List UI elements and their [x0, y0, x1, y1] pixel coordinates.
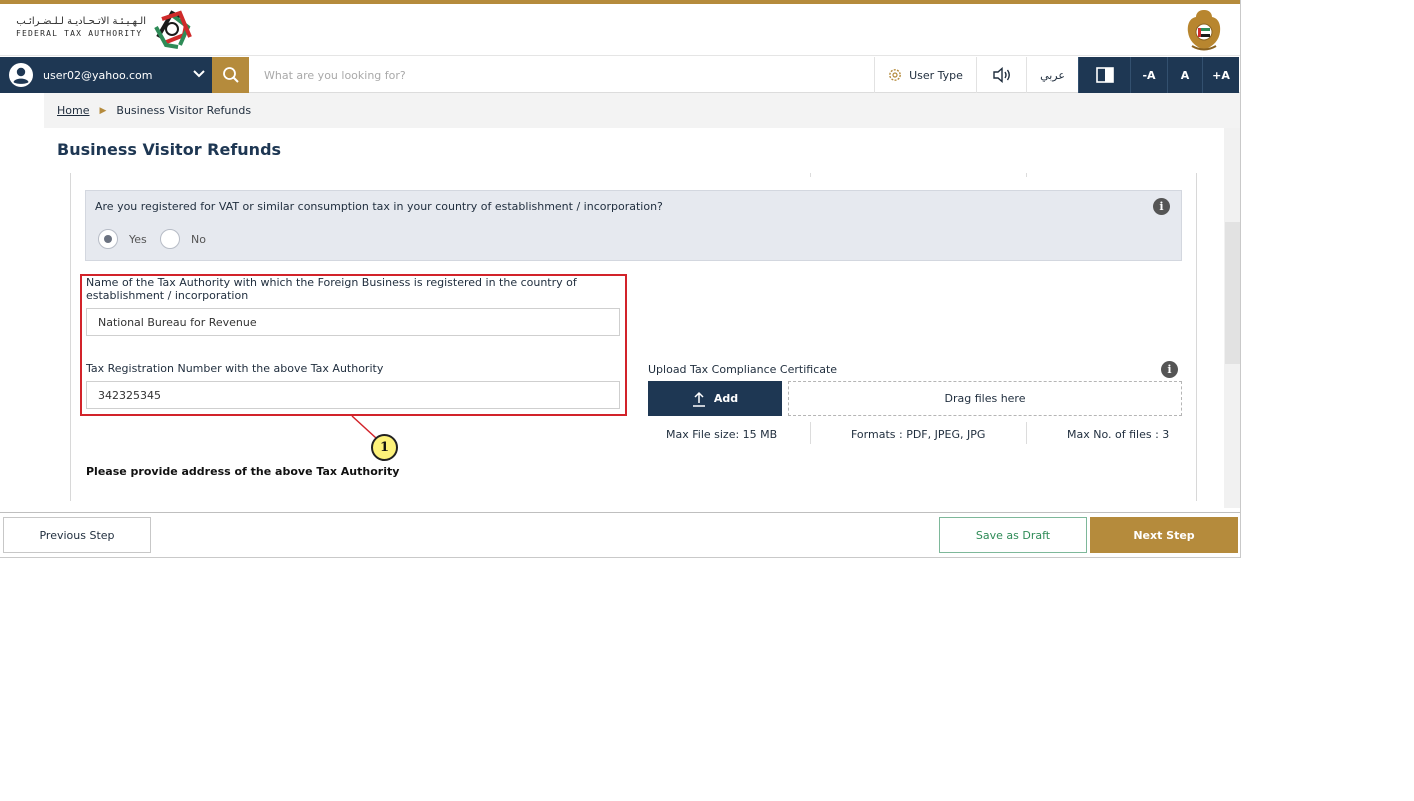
annotation-callout-badge: 1 — [371, 434, 398, 461]
previous-step-button[interactable]: Previous Step — [3, 517, 151, 553]
add-file-label: Add — [713, 392, 739, 405]
info-icon[interactable]: i — [1161, 361, 1178, 378]
divider — [810, 422, 811, 444]
file-formats-text: Formats : PDF, JPEG, JPG — [851, 428, 986, 441]
max-file-size-text: Max File size: 15 MB — [666, 428, 778, 441]
upload-certificate-label: Upload Tax Compliance Certificate — [648, 363, 838, 376]
divider — [1026, 422, 1027, 444]
max-files-text: Max No. of files : 3 — [1067, 428, 1170, 441]
file-drop-zone[interactable]: Drag files here — [788, 381, 1182, 416]
save-as-draft-button[interactable]: Save as Draft — [939, 517, 1087, 553]
application-window: الـهـيـئـة الاتـحـاديـة لـلـضـرائـب FEDE… — [0, 0, 1241, 558]
address-section-heading: Please provide address of the above Tax … — [86, 465, 400, 478]
upload-arrow-icon — [692, 391, 705, 407]
next-step-button[interactable]: Next Step — [1090, 517, 1238, 553]
add-file-button[interactable]: Add — [648, 381, 782, 416]
footer-actions: Previous Step Save as Draft Next Step — [0, 512, 1240, 557]
drop-zone-text: Drag files here — [944, 392, 1026, 405]
